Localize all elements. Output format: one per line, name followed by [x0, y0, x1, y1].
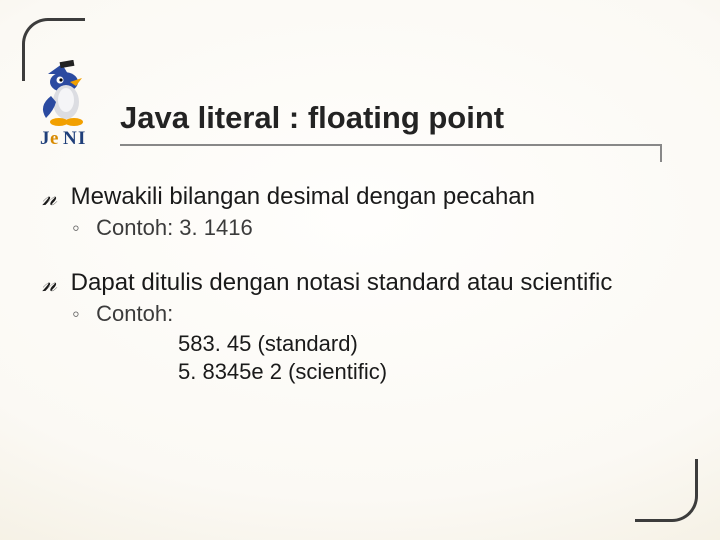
- bullet-1: 𝓃 Mewakili bilangan desimal dengan pecah…: [42, 182, 670, 242]
- svg-text:J: J: [40, 128, 50, 149]
- svg-text:I: I: [78, 128, 85, 149]
- slide-body: 𝓃 Mewakili bilangan desimal dengan pecah…: [42, 182, 670, 397]
- subbullet-icon: ◦: [72, 215, 90, 242]
- bullet-2: 𝓃 Dapat ditulis dengan notasi standard a…: [42, 268, 670, 386]
- svg-text:N: N: [63, 128, 77, 149]
- bullet-icon: 𝓃: [42, 184, 64, 213]
- slide-title: Java literal : floating point: [120, 100, 504, 136]
- svg-text:e: e: [50, 128, 58, 149]
- bullet-2-sub: ◦ Contoh:: [72, 301, 670, 328]
- subbullet-icon: ◦: [72, 301, 90, 328]
- bullet-2-sub-label: Contoh:: [96, 301, 173, 326]
- title-underline: [120, 144, 660, 146]
- bullet-2-examples: 583. 45 (standard) 5. 8345e 2 (scientifi…: [178, 330, 670, 386]
- bullet-icon: 𝓃: [42, 270, 64, 299]
- jeni-logo: J e N I: [36, 60, 114, 150]
- example-line-1: 583. 45 (standard): [178, 330, 670, 358]
- bullet-1-text: Mewakili bilangan desimal dengan pecahan: [71, 183, 535, 210]
- bullet-1-sub: ◦ Contoh: 3. 1416: [72, 215, 670, 242]
- spacer: [42, 252, 670, 268]
- corner-decoration-bottom-right: [635, 459, 698, 522]
- example-line-2: 5. 8345e 2 (scientific): [178, 358, 670, 386]
- bullet-1-sub-text: Contoh: 3. 1416: [96, 215, 253, 240]
- bullet-2-text: Dapat ditulis dengan notasi standard ata…: [71, 269, 613, 296]
- slide: J e N I Java literal : floating point 𝓃 …: [0, 0, 720, 540]
